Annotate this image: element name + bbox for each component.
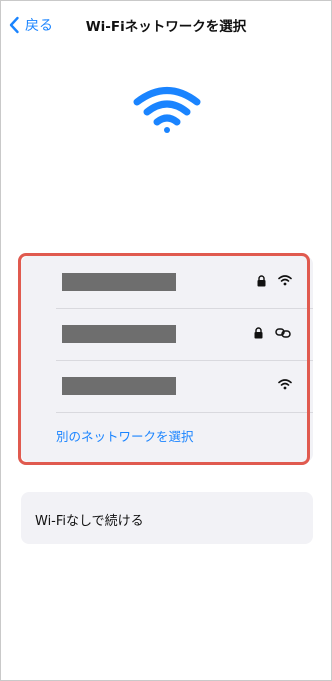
page-title: Wi-Fiネットワークを選択 <box>85 19 247 35</box>
wifi-icon <box>133 85 201 135</box>
back-label: 戻る <box>25 18 53 34</box>
navigation-bar: 戻る Wi-Fiネットワークを選択 <box>1 1 331 49</box>
continue-without-wifi-button[interactable]: Wi-Fiなしで続ける <box>21 492 313 544</box>
chevron-left-icon <box>8 16 20 34</box>
highlight-outline <box>18 253 310 465</box>
back-button[interactable]: 戻る <box>8 13 53 37</box>
screen: 戻る Wi-Fiネットワークを選択 別のネットワークを選択 Wi-Fiなしで続け… <box>0 0 332 681</box>
continue-without-wifi-label: Wi-Fiなしで続ける <box>35 514 144 529</box>
